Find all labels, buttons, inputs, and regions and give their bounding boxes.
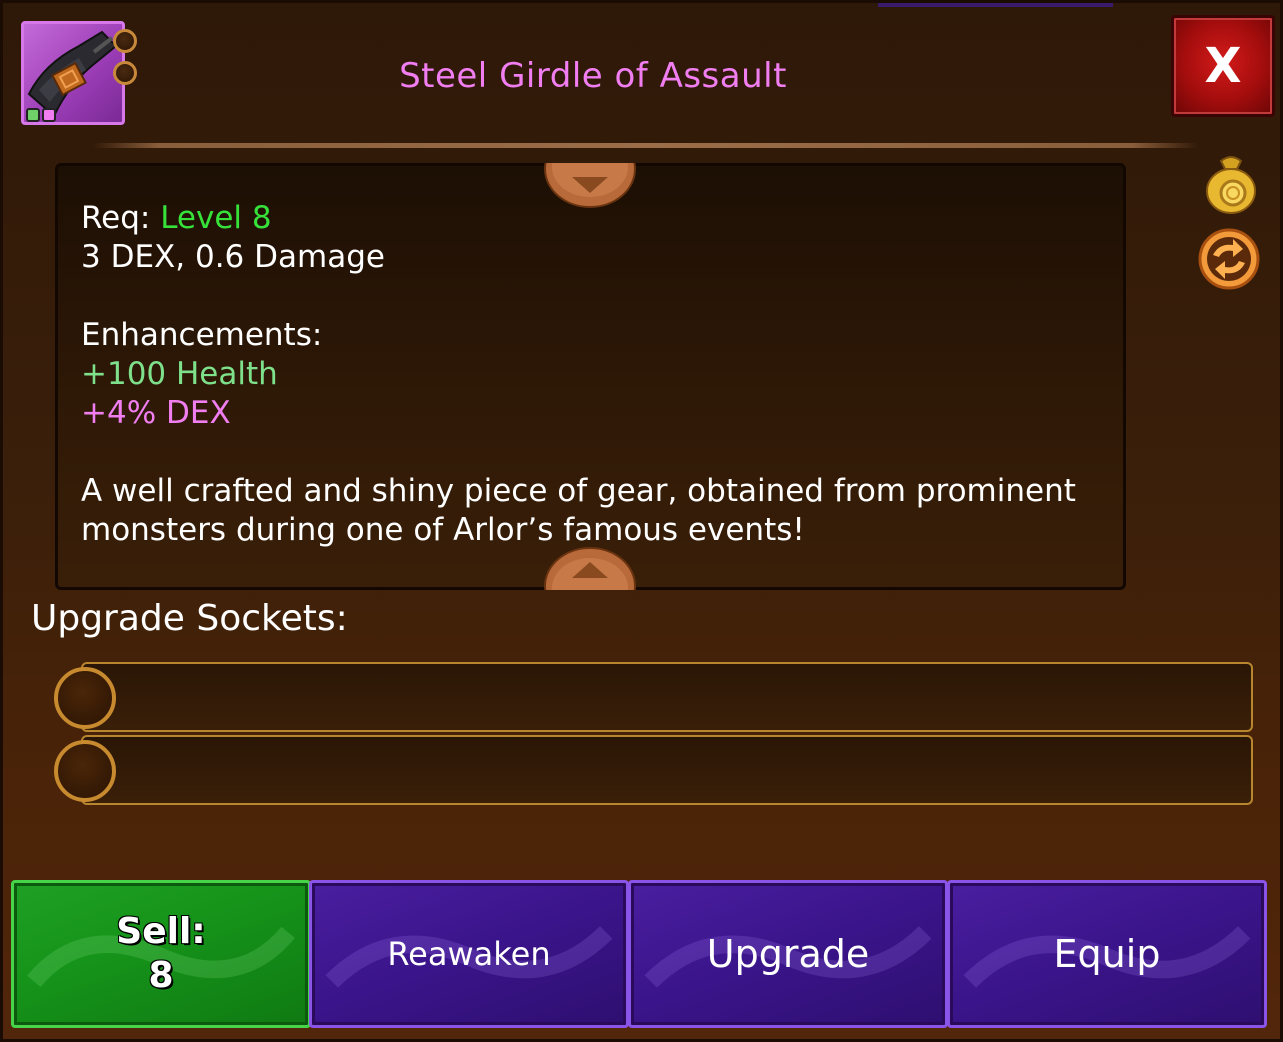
reawaken-button[interactable]: Reawaken [309,880,629,1028]
upgrade-button[interactable]: Upgrade [628,880,948,1028]
equip-label: Equip [1053,932,1161,976]
close-button[interactable]: X [1171,15,1275,117]
enhancements-heading: Enhancements: [81,317,323,353]
sell-button[interactable]: Sell: 8 [11,880,311,1028]
green-gem-icon [26,108,40,122]
close-label: X [1204,38,1242,94]
icon-socket-icon [113,29,137,53]
upgrade-sockets-heading: Upgrade Sockets: [31,598,348,639]
equip-button[interactable]: Equip [947,880,1267,1028]
item-details: Req: Level 8 3 DEX, 0.6 Damage Enhanceme… [81,199,1111,550]
icon-socket-icon [113,61,137,85]
gold-bag-icon[interactable] [1201,151,1261,214]
scroll-down-knob[interactable] [544,544,636,590]
empty-socket-icon[interactable] [54,667,116,729]
pink-gem-icon [42,108,56,122]
belt-item-icon [27,30,118,118]
swap-arrows-icon[interactable] [1197,227,1260,290]
item-title: Steel Girdle of Assault [399,56,787,96]
enhancement-health: +100 Health [81,356,278,392]
reawaken-label: Reawaken [387,935,551,973]
requirement-line: Req: Level 8 [81,199,1111,238]
top-tab-edge [878,3,1113,7]
enhancement-dex: +4% DEX [81,395,231,431]
socket-slot-2[interactable] [81,735,1253,805]
req-label: Req: [81,200,151,236]
description-line-1: A well crafted and shiny piece of gear, … [81,473,1076,509]
upgrade-label: Upgrade [706,932,870,976]
empty-socket-icon[interactable] [54,740,116,802]
title-divider [93,143,1198,148]
item-icon [21,21,125,125]
socket-slot-1[interactable] [81,662,1253,732]
description-line-2: monsters during one of Arlor’s famous ev… [81,512,805,548]
stats-line: 3 DEX, 0.6 Damage [81,239,385,275]
sell-price: 8 [148,955,174,996]
sell-label: Sell: [116,911,206,952]
req-level: Level 8 [160,200,272,236]
item-detail-panel: Steel Girdle of Assault X Req: Level 8 3… [0,0,1283,1042]
